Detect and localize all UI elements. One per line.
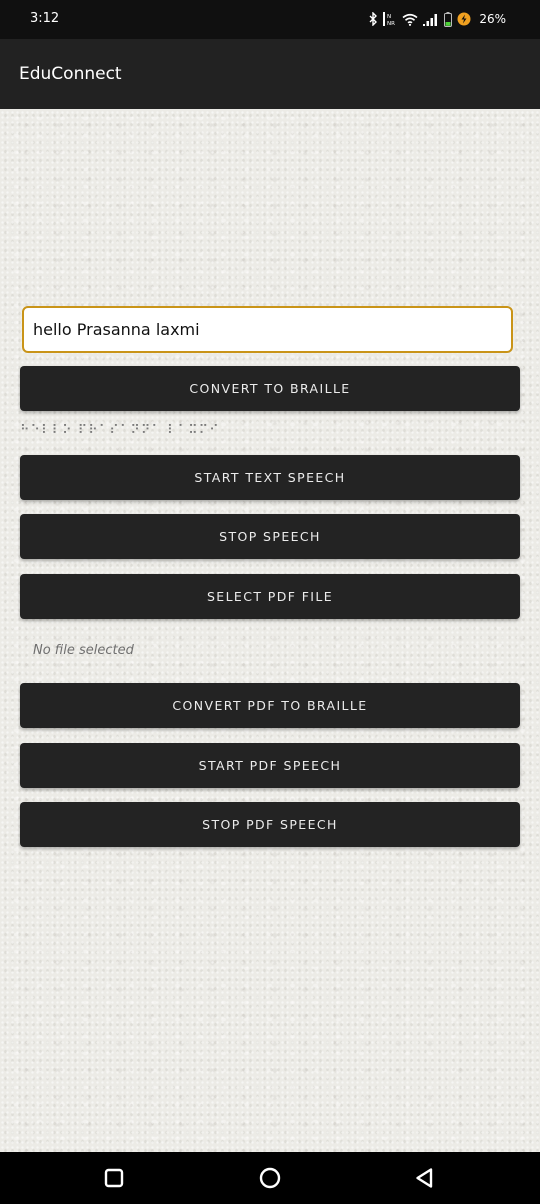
- bluetooth-icon: [368, 12, 378, 26]
- wifi-icon: [402, 13, 418, 26]
- braille-output: ⠓⠑⠇⠇⠕ ⠏⠗⠁⠎⠁⠝⠝⠁ ⠇⠁⠭⠍⠊: [20, 423, 220, 438]
- convert-to-braille-button[interactable]: CONVERT TO BRAILLE: [20, 366, 520, 411]
- convert-pdf-to-braille-button[interactable]: CONVERT PDF TO BRAILLE: [20, 683, 520, 728]
- status-icons: N NR 26%: [368, 10, 506, 28]
- stop-speech-button[interactable]: STOP SPEECH: [20, 514, 520, 559]
- select-pdf-file-button[interactable]: SELECT PDF FILE: [20, 574, 520, 619]
- recents-square-icon[interactable]: [102, 1166, 126, 1190]
- status-bar: 3:12 N NR 26%: [0, 0, 540, 39]
- status-time: 3:12: [30, 11, 60, 26]
- start-text-speech-button[interactable]: START TEXT SPEECH: [20, 455, 520, 500]
- signal-icon: [423, 13, 439, 26]
- stop-pdf-speech-button[interactable]: STOP PDF SPEECH: [20, 802, 520, 847]
- text-input[interactable]: [22, 306, 513, 353]
- svg-text:NR: NR: [387, 21, 395, 26]
- battery-saver-icon: [457, 12, 471, 26]
- battery-icon: [444, 11, 453, 27]
- svg-text:N: N: [387, 14, 391, 20]
- app-bar: EduConnect: [0, 39, 540, 109]
- battery-percent: 26%: [479, 12, 506, 26]
- app-title: EduConnect: [19, 64, 122, 84]
- back-triangle-icon[interactable]: [413, 1166, 437, 1190]
- navigation-bar: [0, 1152, 540, 1204]
- start-pdf-speech-button[interactable]: START PDF SPEECH: [20, 743, 520, 788]
- volte-icon: N NR: [383, 12, 397, 26]
- home-circle-icon[interactable]: [258, 1166, 282, 1190]
- file-status: No file selected: [33, 643, 134, 658]
